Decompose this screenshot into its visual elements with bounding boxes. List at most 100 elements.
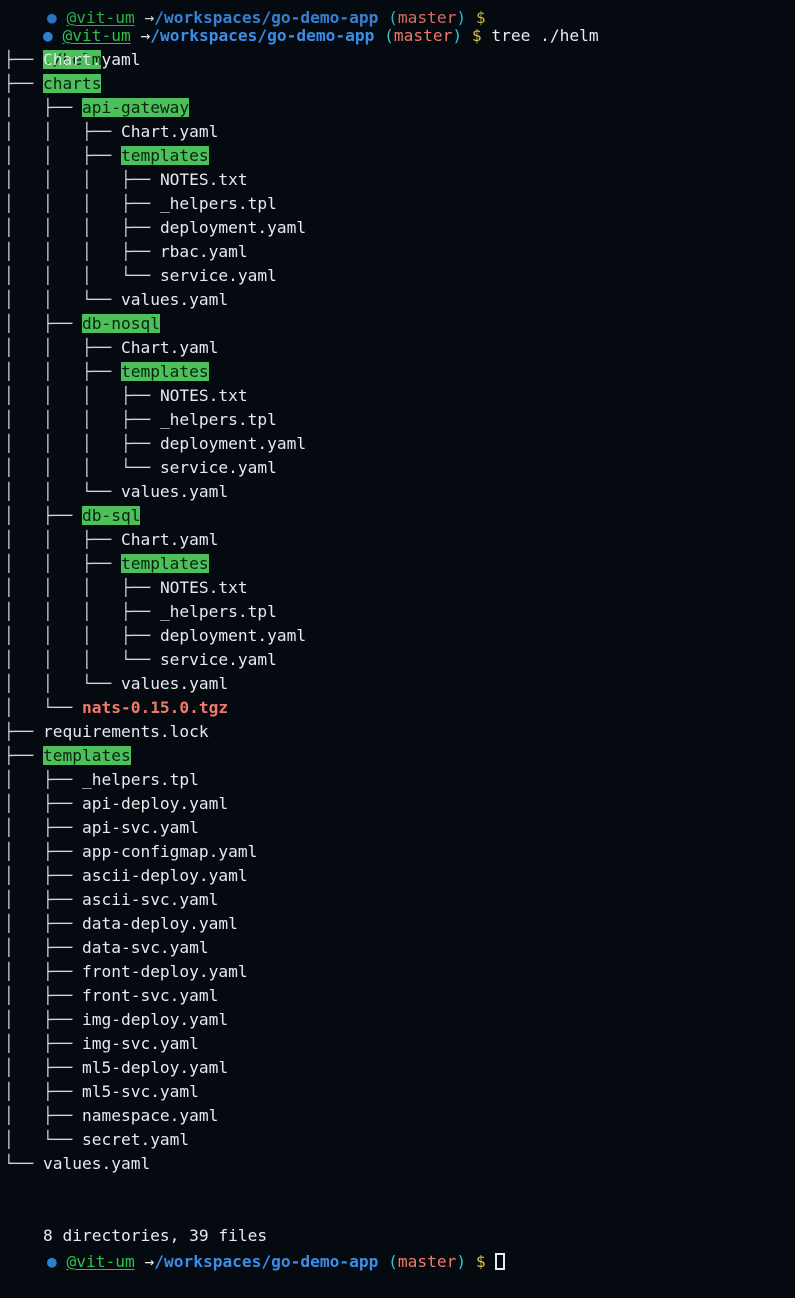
tree-branch-glyph-icon: │ ├──: [4, 794, 82, 813]
tree-file-name[interactable]: api-svc.yaml: [82, 818, 199, 837]
tree-branch-glyph-icon: │ │ │ ├──: [4, 626, 160, 645]
previous-prompt-line-clipped: ● @vit-um →/workspaces/go-demo-app (mast…: [4, 0, 486, 27]
tree-branch-glyph-icon: │ │ └──: [4, 674, 121, 693]
tree-branch-glyph-icon: ├──: [4, 74, 43, 93]
tree-row: │ ├── front-deploy.yaml: [0, 960, 795, 984]
tree-directory-name[interactable]: templates: [120, 362, 209, 381]
tree-row: │ │ └── values.yaml: [0, 672, 795, 696]
tree-file-name[interactable]: deployment.yaml: [160, 434, 306, 453]
prompt-path: /workspaces/go-demo-app: [154, 8, 379, 27]
tree-branch-glyph-icon: │ │ │ ├──: [4, 386, 160, 405]
tree-branch-glyph-icon: ├──: [4, 722, 43, 741]
tree-file-name[interactable]: values.yaml: [43, 1154, 150, 1173]
tree-directory-name[interactable]: templates: [120, 554, 209, 573]
tree-row: │ ├── api-gateway: [0, 96, 795, 120]
tree-row: │ │ │ ├── NOTES.txt: [0, 384, 795, 408]
tree-branch-glyph-icon: │ │ ├──: [4, 146, 121, 165]
tree-row: │ │ ├── Chart.yaml: [0, 120, 795, 144]
tree-file-name[interactable]: Chart.yaml: [121, 338, 218, 357]
tree-row: │ ├── front-svc.yaml: [0, 984, 795, 1008]
tree-directory-name[interactable]: db-nosql: [81, 314, 160, 333]
tree-row: │ ├── ascii-svc.yaml: [0, 888, 795, 912]
tree-file-name[interactable]: values.yaml: [121, 290, 228, 309]
tree-branch-glyph-icon: │ ├──: [4, 1106, 82, 1125]
tree-file-name[interactable]: deployment.yaml: [160, 218, 306, 237]
tree-row: │ └── nats-0.15.0.tgz: [0, 696, 795, 720]
tree-branch-glyph-icon: │ ├──: [4, 842, 82, 861]
tree-row: │ ├── img-svc.yaml: [0, 1032, 795, 1056]
tree-branch-glyph-icon: │ ├──: [4, 866, 82, 885]
tree-file-name[interactable]: service.yaml: [160, 266, 277, 285]
tree-file-name[interactable]: app-configmap.yaml: [82, 842, 257, 861]
tree-file-name[interactable]: NOTES.txt: [160, 578, 248, 597]
tree-branch-glyph-icon: │ ├──: [4, 962, 82, 981]
tree-row: │ ├── db-nosql: [0, 312, 795, 336]
tree-file-name[interactable]: _helpers.tpl: [160, 194, 277, 213]
tree-branch-glyph-icon: │ ├──: [4, 1058, 82, 1077]
tree-file-name[interactable]: NOTES.txt: [160, 386, 248, 405]
tree-branch-glyph-icon: │ │ │ ├──: [4, 170, 160, 189]
tree-branch-glyph-icon: │ │ │ ├──: [4, 434, 160, 453]
tree-branch-glyph-icon: │ │ └──: [4, 290, 121, 309]
tree-row: │ │ │ └── service.yaml: [0, 264, 795, 288]
tree-row: │ ├── ml5-deploy.yaml: [0, 1056, 795, 1080]
prompt-git-branch: master: [397, 8, 457, 27]
tree-file-name[interactable]: data-svc.yaml: [82, 938, 209, 957]
tree-branch-glyph-icon: │ ├──: [4, 1082, 82, 1101]
tree-row: │ │ │ └── service.yaml: [0, 648, 795, 672]
tree-row: │ │ │ ├── _helpers.tpl: [0, 408, 795, 432]
tree-file-name[interactable]: Chart.yaml: [121, 122, 218, 141]
tree-directory-name[interactable]: templates: [120, 146, 209, 165]
tree-file-name[interactable]: ml5-deploy.yaml: [82, 1058, 228, 1077]
next-prompt-line-clipped[interactable]: ● @vit-um →/workspaces/go-demo-app (mast…: [4, 1226, 506, 1271]
tree-file-name[interactable]: NOTES.txt: [160, 170, 248, 189]
tree-branch-glyph-icon: │ │ │ ├──: [4, 602, 160, 621]
tree-row: ├── charts: [0, 72, 795, 96]
tree-branch-glyph-icon: │ ├──: [4, 770, 82, 789]
tree-file-name[interactable]: img-svc.yaml: [82, 1034, 199, 1053]
tree-file-name[interactable]: deployment.yaml: [160, 626, 306, 645]
tree-file-name[interactable]: _helpers.tpl: [160, 410, 277, 429]
tree-file-name[interactable]: values.yaml: [121, 482, 228, 501]
tree-row: │ │ └── values.yaml: [0, 288, 795, 312]
tree-file-name[interactable]: Chart.yaml: [43, 50, 140, 69]
tree-file-name[interactable]: service.yaml: [160, 458, 277, 477]
tree-file-name[interactable]: data-deploy.yaml: [82, 914, 238, 933]
tree-file-name[interactable]: service.yaml: [160, 650, 277, 669]
tree-file-name[interactable]: front-svc.yaml: [82, 986, 218, 1005]
tree-file-name[interactable]: _helpers.tpl: [160, 602, 277, 621]
tree-file-name[interactable]: ascii-svc.yaml: [82, 890, 218, 909]
tree-file-name[interactable]: namespace.yaml: [82, 1106, 218, 1125]
tree-directory-name[interactable]: db-sql: [81, 506, 141, 525]
tree-file-name[interactable]: api-deploy.yaml: [82, 794, 228, 813]
tree-directory-name[interactable]: api-gateway: [81, 98, 190, 117]
tree-directory-name[interactable]: charts: [42, 74, 102, 93]
tree-branch-glyph-icon: │ ├──: [4, 914, 82, 933]
tree-directory-name[interactable]: templates: [42, 746, 131, 765]
tree-file-name[interactable]: ascii-deploy.yaml: [82, 866, 248, 885]
tree-row: │ ├── data-deploy.yaml: [0, 912, 795, 936]
tree-row: │ ├── ascii-deploy.yaml: [0, 864, 795, 888]
tree-file-name[interactable]: Chart.yaml: [121, 530, 218, 549]
tree-file-name[interactable]: img-deploy.yaml: [82, 1010, 228, 1029]
tree-file-name[interactable]: ml5-svc.yaml: [82, 1082, 199, 1101]
tree-file-name[interactable]: rbac.yaml: [160, 242, 248, 261]
tree-file-name[interactable]: values.yaml: [121, 674, 228, 693]
tree-row: │ ├── db-sql: [0, 504, 795, 528]
arrow-icon: →: [144, 1252, 155, 1271]
tree-listing: ├── Chart.yaml ├── charts │ ├── api-gatewa…: [0, 48, 795, 1176]
tree-branch-glyph-icon: │ │ │ └──: [4, 266, 160, 285]
text-cursor[interactable]: [495, 1253, 506, 1270]
prompt-paren-open: (: [388, 8, 398, 27]
terminal-window: ● @vit-um →/workspaces/go-demo-app (mast…: [0, 0, 795, 1271]
tree-row: └── values.yaml: [0, 1152, 795, 1176]
tree-row: │ │ ├── Chart.yaml: [0, 336, 795, 360]
tree-file-name[interactable]: _helpers.tpl: [82, 770, 199, 789]
tree-file-name[interactable]: requirements.lock: [43, 722, 209, 741]
tree-file-name[interactable]: secret.yaml: [82, 1130, 189, 1149]
tree-file-name[interactable]: front-deploy.yaml: [82, 962, 248, 981]
tree-row: │ ├── ml5-svc.yaml: [0, 1080, 795, 1104]
tree-file-name[interactable]: nats-0.15.0.tgz: [82, 698, 228, 717]
tree-row: │ │ │ ├── rbac.yaml: [0, 240, 795, 264]
